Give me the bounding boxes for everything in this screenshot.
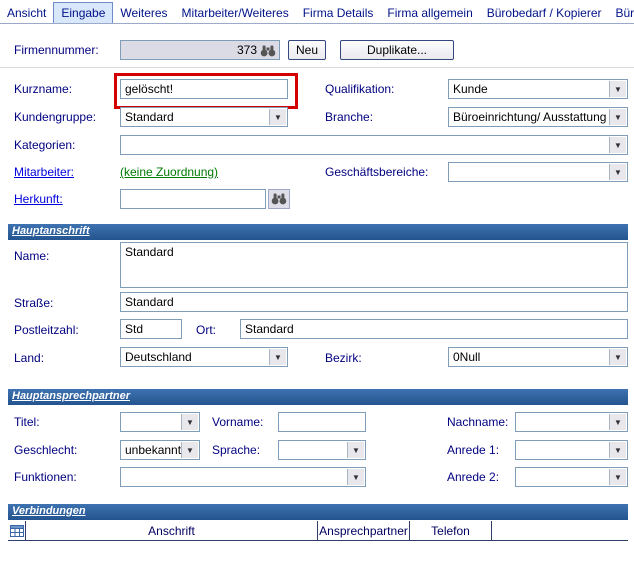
- qualifikation-value: Kunde: [453, 82, 488, 96]
- sprache-dropdown[interactable]: ▼: [278, 440, 366, 460]
- binoculars-icon: [271, 193, 287, 205]
- tab-buero[interactable]: Büro: [608, 3, 634, 23]
- duplikate-button[interactable]: Duplikate...: [340, 40, 454, 60]
- titel-label: Titel:: [14, 415, 40, 429]
- herkunft-link[interactable]: Herkunft:: [14, 192, 63, 206]
- table-select-all-cell[interactable]: [8, 521, 26, 540]
- geschlecht-label: Geschlecht:: [14, 443, 77, 457]
- postleitzahl-value: Std: [125, 322, 143, 336]
- funktionen-dropdown[interactable]: ▼: [120, 467, 366, 487]
- kurzname-value: gelöscht!: [125, 82, 173, 96]
- tab-weiteres[interactable]: Weiteres: [113, 3, 174, 23]
- divider: [0, 67, 634, 68]
- column-header-telefon[interactable]: Telefon: [410, 521, 492, 540]
- funktionen-label: Funktionen:: [14, 470, 77, 484]
- firmennummer-field[interactable]: 373: [120, 40, 280, 60]
- column-header-anschrift[interactable]: Anschrift: [26, 521, 318, 540]
- geschlecht-value: unbekannt: [125, 443, 181, 457]
- kurzname-field[interactable]: gelöscht!: [120, 79, 288, 99]
- nachname-dropdown[interactable]: ▼: [515, 412, 628, 432]
- chevron-down-icon[interactable]: ▼: [609, 164, 626, 180]
- anrede2-label: Anrede 2:: [447, 470, 499, 484]
- ort-label: Ort:: [196, 323, 216, 337]
- tab-mitarbeiter-weiteres[interactable]: Mitarbeiter/Weiteres: [175, 3, 296, 23]
- tab-firma-allgemein[interactable]: Firma allgemein: [380, 3, 479, 23]
- strasse-value: Standard: [125, 295, 174, 309]
- name-value: Standard: [125, 245, 174, 259]
- binoculars-icon[interactable]: [260, 45, 276, 60]
- vorname-field[interactable]: [278, 412, 366, 432]
- chevron-down-icon[interactable]: ▼: [347, 442, 364, 458]
- tab-eingabe[interactable]: Eingabe: [53, 2, 113, 23]
- kurzname-label: Kurzname:: [14, 82, 72, 96]
- geschaeftsbereiche-label: Geschäftsbereiche:: [325, 165, 428, 179]
- branche-dropdown[interactable]: Büroeinrichtung/ Ausstattung ▼: [448, 107, 628, 127]
- table-grid-icon: [10, 524, 24, 538]
- qualifikation-dropdown[interactable]: Kunde ▼: [448, 79, 628, 99]
- ort-value: Standard: [245, 322, 294, 336]
- chevron-down-icon[interactable]: ▼: [181, 442, 198, 458]
- geschlecht-dropdown[interactable]: unbekannt ▼: [120, 440, 200, 460]
- land-dropdown[interactable]: Deutschland ▼: [120, 347, 288, 367]
- neu-button[interactable]: Neu: [288, 40, 326, 60]
- company-entry-form: Ansicht Eingabe Weiteres Mitarbeiter/Wei…: [0, 0, 634, 568]
- qualifikation-label: Qualifikation:: [325, 82, 394, 96]
- ort-field[interactable]: Standard: [240, 319, 628, 339]
- tab-buerobedarf-kopierer[interactable]: Bürobedarf / Kopierer: [480, 3, 609, 23]
- chevron-down-icon[interactable]: ▼: [269, 349, 286, 365]
- titel-dropdown[interactable]: ▼: [120, 412, 200, 432]
- anrede1-dropdown[interactable]: ▼: [515, 440, 628, 460]
- chevron-down-icon[interactable]: ▼: [609, 414, 626, 430]
- branche-value: Büroeinrichtung/ Ausstattung: [453, 110, 606, 124]
- firmennummer-label: Firmennummer:: [14, 43, 99, 57]
- geschaeftsbereiche-dropdown[interactable]: ▼: [448, 162, 628, 182]
- tab-ansicht[interactable]: Ansicht: [0, 3, 53, 23]
- kundengruppe-label: Kundengruppe:: [14, 110, 96, 124]
- land-value: Deutschland: [125, 350, 192, 364]
- table-header-underline: [8, 540, 628, 541]
- chevron-down-icon[interactable]: ▼: [609, 349, 626, 365]
- bezirk-dropdown[interactable]: 0Null ▼: [448, 347, 628, 367]
- tab-bar: Ansicht Eingabe Weiteres Mitarbeiter/Wei…: [0, 0, 634, 24]
- kategorien-label: Kategorien:: [14, 138, 75, 152]
- chevron-down-icon[interactable]: ▼: [609, 469, 626, 485]
- firmennummer-value: 373: [237, 43, 257, 57]
- mitarbeiter-zuordnung-link[interactable]: (keine Zuordnung): [120, 165, 218, 179]
- anrede2-dropdown[interactable]: ▼: [515, 467, 628, 487]
- herkunft-field[interactable]: [120, 189, 266, 209]
- postleitzahl-field[interactable]: Std: [120, 319, 182, 339]
- sprache-label: Sprache:: [212, 443, 260, 457]
- strasse-field[interactable]: Standard: [120, 292, 628, 312]
- column-header-ansprechpartner[interactable]: Ansprechpartner: [318, 521, 410, 540]
- mitarbeiter-link[interactable]: Mitarbeiter:: [14, 165, 74, 179]
- chevron-down-icon[interactable]: ▼: [609, 81, 626, 97]
- anrede1-label: Anrede 1:: [447, 443, 499, 457]
- strasse-label: Straße:: [14, 296, 53, 310]
- name-label: Name:: [14, 249, 49, 263]
- land-label: Land:: [14, 351, 44, 365]
- nachname-label: Nachname:: [447, 415, 508, 429]
- verbindungen-section-header: Verbindungen: [8, 504, 628, 520]
- chevron-down-icon[interactable]: ▼: [347, 469, 364, 485]
- chevron-down-icon[interactable]: ▼: [609, 137, 626, 153]
- bezirk-value: 0Null: [453, 350, 480, 364]
- name-field[interactable]: Standard: [120, 242, 628, 288]
- postleitzahl-label: Postleitzahl:: [14, 323, 79, 337]
- chevron-down-icon[interactable]: ▼: [609, 442, 626, 458]
- herkunft-search-button[interactable]: [268, 189, 290, 209]
- kategorien-dropdown[interactable]: ▼: [120, 135, 628, 155]
- hauptansprechpartner-section-header: Hauptansprechpartner: [8, 389, 628, 405]
- chevron-down-icon[interactable]: ▼: [609, 109, 626, 125]
- branche-label: Branche:: [325, 110, 373, 124]
- tab-firma-details[interactable]: Firma Details: [296, 3, 381, 23]
- kundengruppe-dropdown[interactable]: Standard ▼: [120, 107, 288, 127]
- vorname-label: Vorname:: [212, 415, 263, 429]
- kundengruppe-value: Standard: [125, 110, 174, 124]
- hauptanschrift-section-header: Hauptanschrift: [8, 224, 628, 240]
- chevron-down-icon[interactable]: ▼: [269, 109, 286, 125]
- bezirk-label: Bezirk:: [325, 351, 362, 365]
- chevron-down-icon[interactable]: ▼: [181, 414, 198, 430]
